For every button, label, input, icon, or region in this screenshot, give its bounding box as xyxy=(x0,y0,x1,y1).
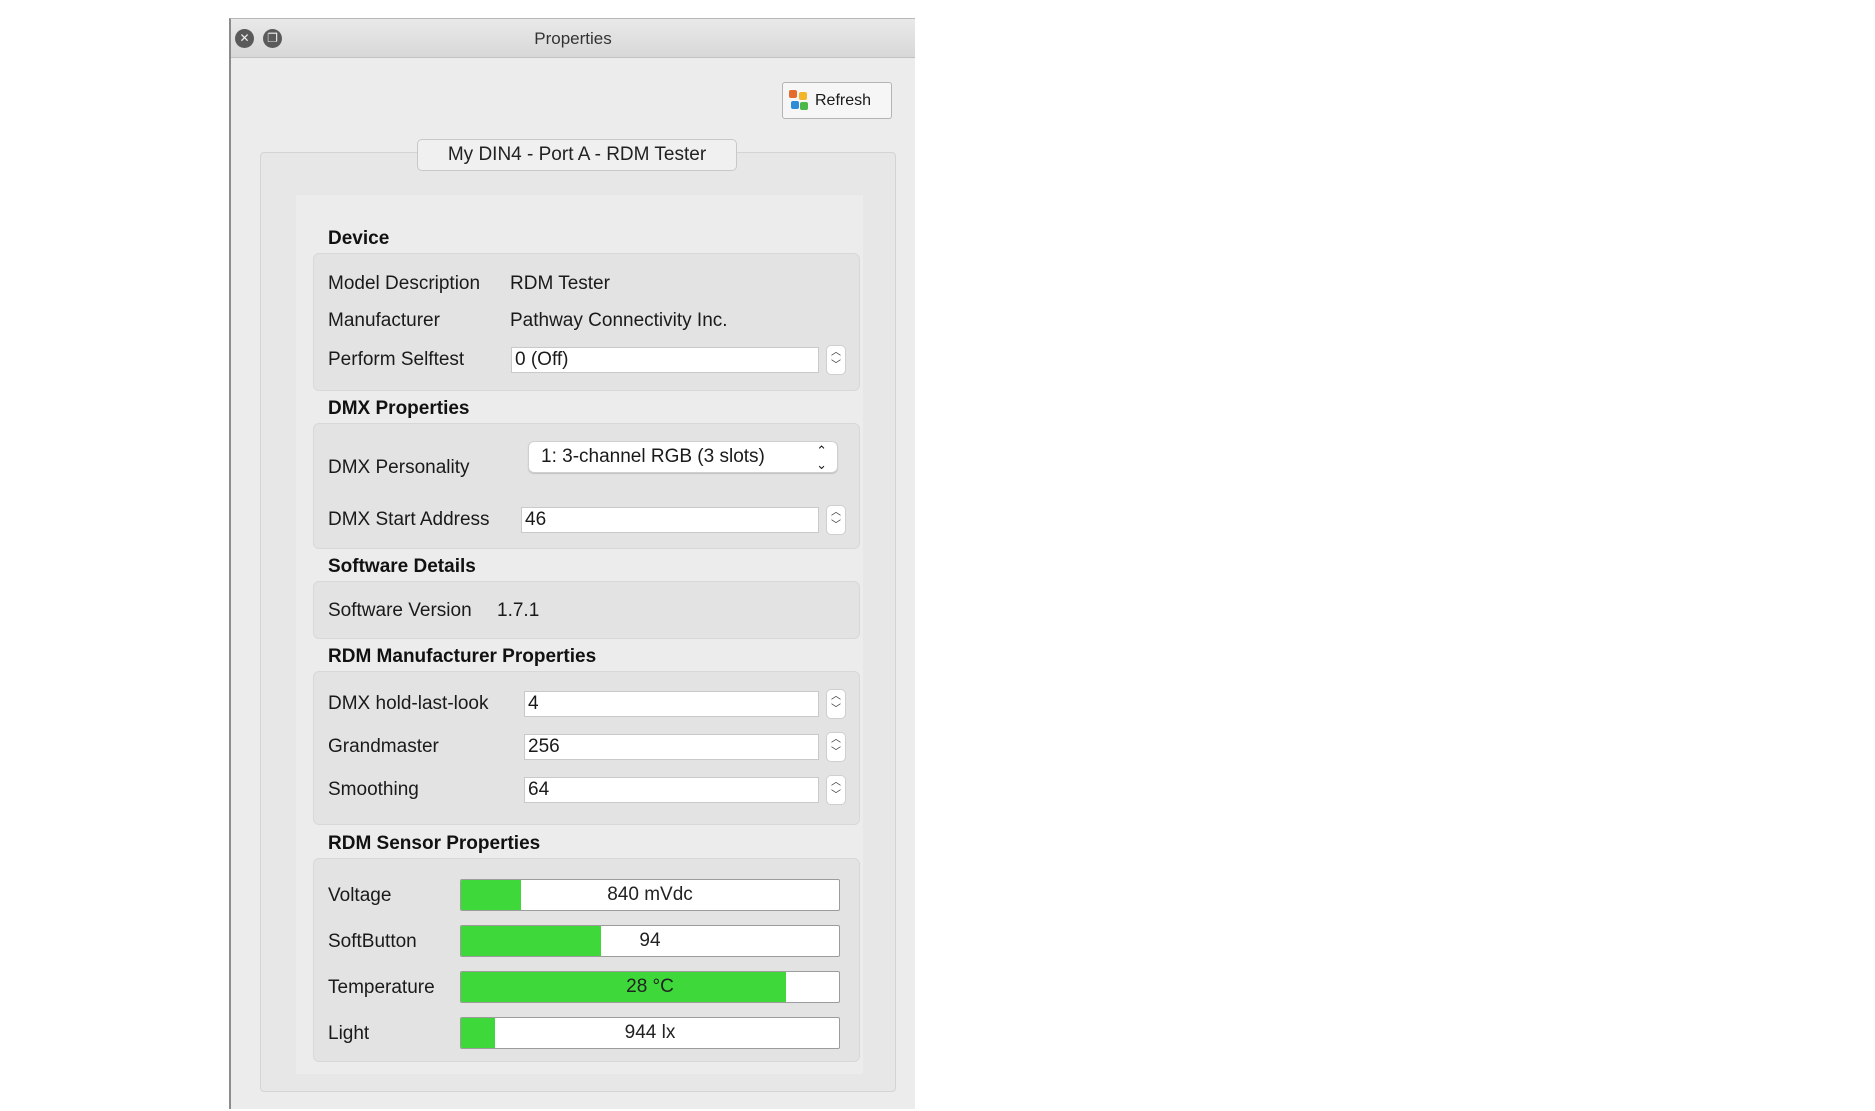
sensor-group: Voltage 840 mVdc SoftButton 94 Temperatu… xyxy=(313,858,860,1062)
start-address-spinbox[interactable]: 46 xyxy=(521,507,819,533)
refresh-label: Refresh xyxy=(815,91,872,109)
selftest-spinbox[interactable]: 0 (Off) xyxy=(511,347,819,373)
personality-value: 1: 3-channel RGB (3 slots) xyxy=(541,446,765,467)
start-address-stepper-icon[interactable]: ︿ ﹀ xyxy=(826,505,846,535)
dmx-heading: DMX Properties xyxy=(328,398,470,419)
grandmaster-label: Grandmaster xyxy=(328,736,439,757)
software-heading: Software Details xyxy=(328,556,476,577)
window-title: Properties xyxy=(534,29,612,48)
device-heading: Device xyxy=(328,228,390,249)
smoothing-stepper-icon[interactable]: ︿ ﹀ xyxy=(826,775,846,805)
selftest-label: Perform Selftest xyxy=(328,349,465,370)
light-bar: 944 lx xyxy=(460,1017,840,1049)
sensor-label: Temperature xyxy=(328,977,435,998)
grandmaster-spinbox[interactable]: 256 xyxy=(524,734,819,760)
sensor-label: Voltage xyxy=(328,885,392,906)
sensor-heading: RDM Sensor Properties xyxy=(328,833,541,854)
sensor-value: 28 °C xyxy=(626,976,674,997)
hold-last-look-stepper-icon[interactable]: ︿ ﹀ xyxy=(826,689,846,719)
manufacturer-props-group: DMX hold-last-look 4 ︿ ﹀ Grandmaster 256 … xyxy=(313,671,860,825)
hold-last-look-label: DMX hold-last-look xyxy=(328,693,489,714)
refresh-button[interactable]: Refresh xyxy=(782,82,892,119)
start-address-label: DMX Start Address xyxy=(328,509,490,530)
software-version-value: 1.7.1 xyxy=(497,600,540,621)
dmx-group: DMX Personality 1: 3-channel RGB (3 slot… xyxy=(313,423,860,549)
voltage-bar: 840 mVdc xyxy=(460,879,840,911)
sensor-value: 840 mVdc xyxy=(607,884,693,905)
properties-window: ✕ ❐ Properties Refresh My DIN4 - Port A … xyxy=(229,18,915,1109)
manufacturer-props-heading: RDM Manufacturer Properties xyxy=(328,646,597,667)
grandmaster-stepper-icon[interactable]: ︿ ﹀ xyxy=(826,732,846,762)
sensor-value: 944 lx xyxy=(624,1022,676,1043)
smoothing-label: Smoothing xyxy=(328,779,419,800)
device-tab-title: My DIN4 - Port A - RDM Tester xyxy=(417,139,737,171)
manufacturer-label: Manufacturer xyxy=(328,310,440,331)
sensor-label: Light xyxy=(328,1023,370,1044)
software-version-label: Software Version xyxy=(328,600,472,621)
device-group: Model Description RDM Tester Manufacture… xyxy=(313,253,860,391)
personality-label: DMX Personality xyxy=(328,457,470,478)
hold-last-look-spinbox[interactable]: 4 xyxy=(524,691,819,717)
title-bar: ✕ ❐ Properties xyxy=(231,19,915,58)
manufacturer-value: Pathway Connectivity Inc. xyxy=(510,310,728,331)
refresh-icon xyxy=(789,89,809,112)
properties-scroll-area[interactable]: Device Model Description RDM Tester Manu… xyxy=(296,195,863,1074)
smoothing-spinbox[interactable]: 64 xyxy=(524,777,819,803)
sensor-value: 94 xyxy=(639,930,661,951)
model-value: RDM Tester xyxy=(510,273,610,294)
temperature-bar: 28 °C xyxy=(460,971,840,1003)
softbutton-bar: 94 xyxy=(460,925,840,957)
personality-dropdown[interactable]: 1: 3-channel RGB (3 slots) ⌃ ⌄ xyxy=(528,441,838,473)
sensor-label: SoftButton xyxy=(328,931,417,952)
chevron-updown-icon: ⌃ ⌄ xyxy=(816,443,827,472)
model-label: Model Description xyxy=(328,273,481,294)
software-group: Software Version 1.7.1 xyxy=(313,581,860,639)
selftest-stepper-icon[interactable]: ︿ ﹀ xyxy=(826,345,846,375)
